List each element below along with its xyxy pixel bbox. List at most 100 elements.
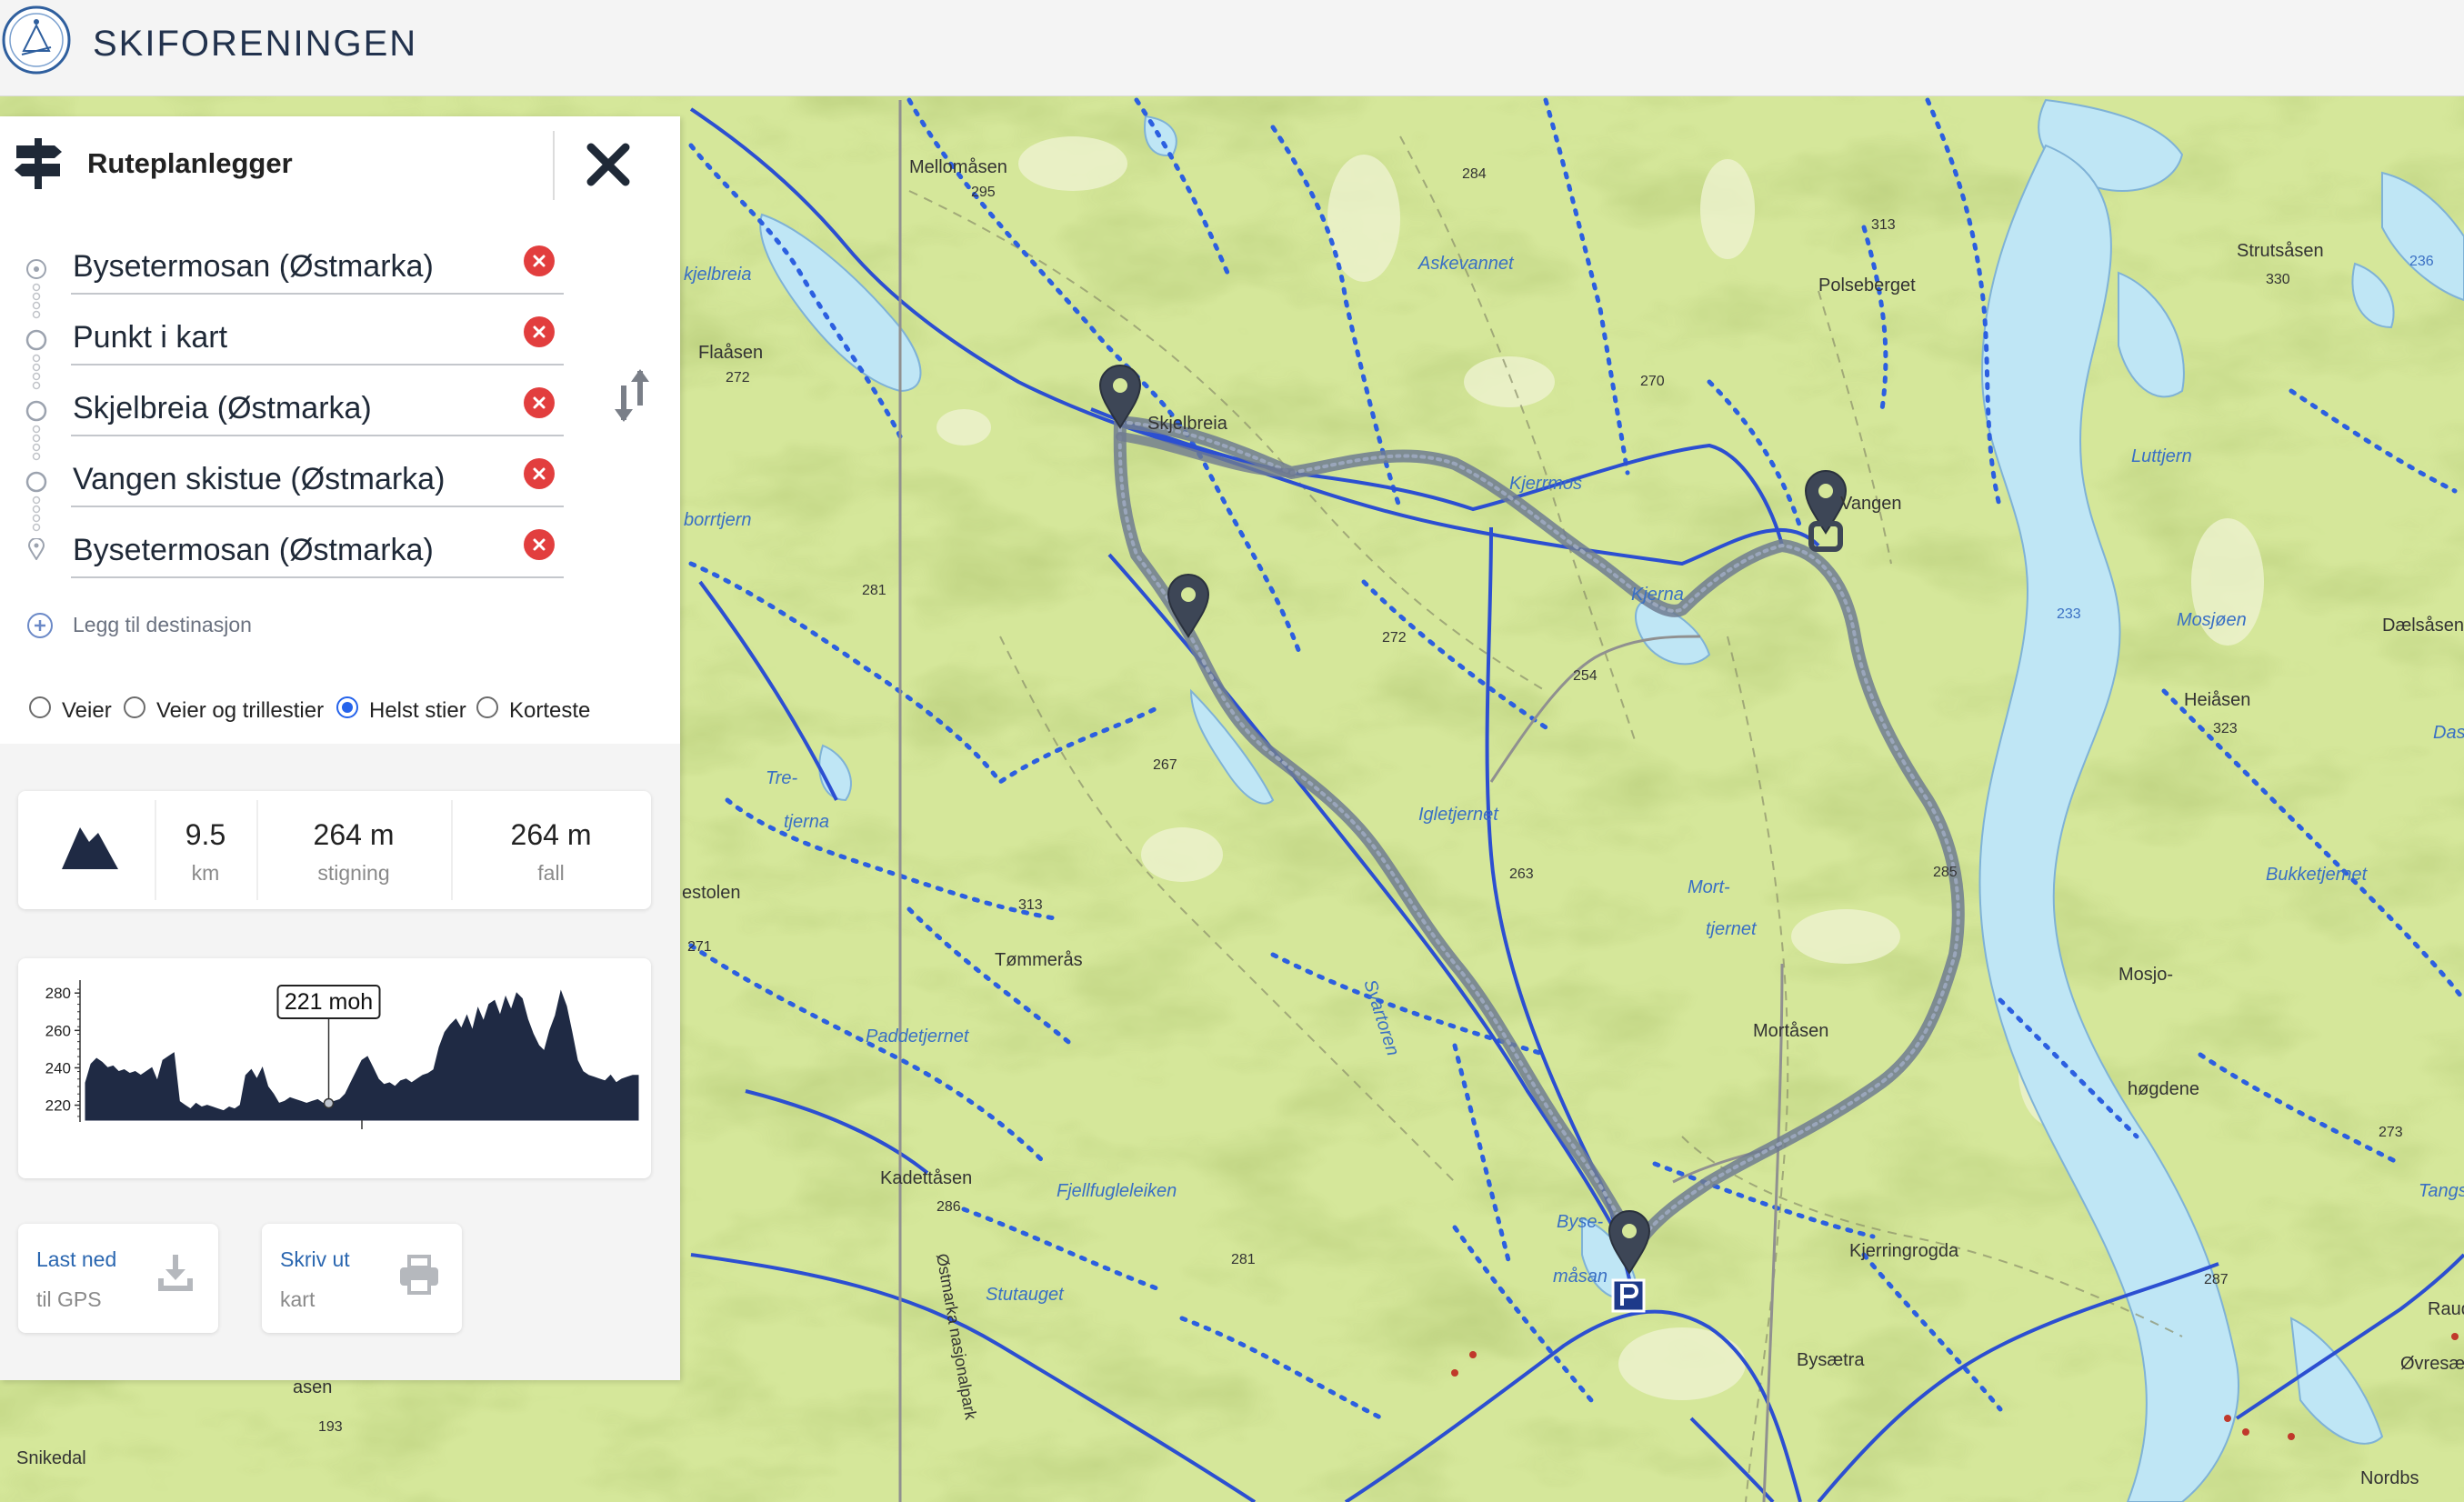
map-label: 272 — [726, 370, 750, 386]
map-label: 263 — [1509, 866, 1534, 882]
radio-button[interactable] — [124, 696, 145, 718]
reverse-route-icon[interactable] — [611, 367, 653, 424]
y-tick-label: 260 — [45, 1022, 71, 1039]
map-label: Skjelbreia — [1147, 414, 1228, 434]
waypoint-input[interactable]: Vangen skistue (Østmarka) — [73, 462, 445, 497]
waypoint-input[interactable]: Punkt i kart — [73, 320, 227, 355]
download-sublabel: til GPS — [36, 1287, 102, 1311]
map-label: Askevannet — [1417, 254, 1515, 274]
stat-descent: 264 m fall — [451, 818, 651, 886]
waypoint-row: Bysetermosan (Østmarka) — [0, 516, 582, 587]
waypoint-row: Vangen skistue (Østmarka) — [0, 446, 582, 516]
close-icon — [533, 255, 546, 267]
map-label: Mort- — [1688, 877, 1730, 897]
map-label: Stutauget — [986, 1285, 1065, 1305]
map-label: Dælsåsen — [2382, 616, 2464, 636]
map-label: tjerna — [784, 812, 829, 832]
map-label: Bukketjernet — [2266, 865, 2369, 885]
descent-label: fall — [537, 861, 565, 885]
radio-button[interactable] — [476, 696, 498, 718]
close-icon — [533, 538, 546, 551]
radio-button-selected[interactable] — [336, 696, 358, 718]
map-label: Das — [2433, 723, 2464, 743]
map-label: Nordbs — [2360, 1468, 2419, 1488]
map-label: Mosjøen — [2177, 610, 2247, 630]
waypoint-row: Punkt i kart — [0, 304, 582, 375]
map-label: høgdene — [2128, 1079, 2199, 1099]
app-header: SKIFORENINGEN — [0, 0, 2464, 96]
download-gps-button[interactable]: Last ned til GPS — [18, 1224, 218, 1333]
waypoint-row: Skjelbreia (Østmarka) — [0, 375, 582, 446]
map-label: 272 — [1382, 630, 1407, 646]
map-label: Fjellfugleleiken — [1057, 1181, 1177, 1201]
map-label: Paddetjernet — [866, 1026, 970, 1046]
signpost-icon — [15, 138, 62, 189]
close-icon — [533, 325, 546, 338]
close-panel-button[interactable] — [582, 138, 635, 191]
close-icon — [533, 467, 546, 480]
descent-value: 264 m — [510, 818, 592, 851]
map-label: Luttjern — [2131, 446, 2192, 466]
map-label: 287 — [2204, 1272, 2229, 1287]
y-tick-label: 280 — [45, 985, 71, 1002]
waypoint-input[interactable]: Bysetermosan (Østmarka) — [73, 533, 434, 568]
waypoint-input[interactable]: Skjelbreia (Østmarka) — [73, 391, 372, 426]
map-label: 295 — [971, 185, 996, 200]
map-label: Tangs — [2419, 1181, 2464, 1201]
remove-waypoint-button[interactable] — [524, 387, 555, 418]
map-label: Snikedal — [16, 1448, 86, 1468]
add-circle-icon — [27, 613, 53, 638]
radio-label: Veier — [62, 698, 112, 723]
parking-icon — [1611, 1278, 1646, 1313]
map-label: 270 — [1640, 374, 1665, 389]
map-label: 271 — [687, 939, 712, 955]
waypoint-underline — [71, 506, 564, 507]
download-icon — [158, 1255, 193, 1291]
print-label: Skriv ut — [280, 1247, 350, 1271]
skiforeningen-logo-icon[interactable] — [2, 4, 71, 76]
map-label: 323 — [2213, 721, 2238, 736]
via-marker-icon — [25, 400, 47, 422]
map-label: borrtjern — [684, 510, 751, 530]
remove-waypoint-button[interactable] — [524, 245, 555, 276]
map-label: 273 — [2379, 1125, 2403, 1140]
stat-ascent: 264 m stigning — [256, 818, 451, 886]
radio-button[interactable] — [29, 696, 51, 718]
map-label: 284 — [1462, 166, 1487, 182]
map-label: kjelbreia — [684, 265, 751, 285]
map-label: 233 — [2057, 606, 2081, 622]
route-planner-panel: Ruteplanlegger Bysetermosan (Østmarka) P… — [0, 116, 680, 1380]
brand-name[interactable]: SKIFORENINGEN — [93, 24, 417, 65]
map-label: Øvresæ — [2400, 1354, 2464, 1374]
map-label: Kjerringrogda — [1849, 1241, 1959, 1261]
map-label: 286 — [937, 1199, 961, 1215]
print-map-button[interactable]: Skriv ut kart — [262, 1224, 462, 1333]
close-icon — [533, 396, 546, 409]
route-stats-card: 9.5 km 264 m stigning 264 m fall — [18, 791, 651, 909]
map-label: Vangen — [1840, 494, 1901, 514]
map-label: Bysætra — [1797, 1350, 1865, 1370]
map-label: 313 — [1018, 897, 1043, 913]
remove-waypoint-button[interactable] — [524, 529, 555, 560]
map-label: 313 — [1871, 217, 1896, 233]
waypoint-underline — [71, 364, 564, 365]
map-label: Polseberget — [1818, 275, 1916, 295]
map-label: 330 — [2266, 272, 2290, 287]
waypoint-underline — [71, 435, 564, 436]
radio-label: Helst stier — [369, 698, 466, 723]
elevation-profile-card[interactable]: 280 260 240 220 221 moh — [18, 958, 651, 1178]
map-label: Mosjo- — [2118, 965, 2173, 985]
remove-waypoint-button[interactable] — [524, 458, 555, 489]
waypoint-underline — [71, 293, 564, 295]
elevation-chart[interactable]: 280 260 240 220 221 moh — [18, 958, 651, 1178]
printer-icon — [400, 1255, 438, 1295]
panel-title: Ruteplanlegger — [87, 147, 293, 179]
route-planner-form: Ruteplanlegger Bysetermosan (Østmarka) P… — [0, 116, 680, 744]
remove-waypoint-button[interactable] — [524, 316, 555, 347]
ascent-label: stigning — [317, 861, 390, 885]
map-label: 254 — [1573, 668, 1598, 684]
print-sublabel: kart — [280, 1287, 316, 1311]
radio-label: Veier og trillestier — [156, 698, 325, 723]
waypoint-input[interactable]: Bysetermosan (Østmarka) — [73, 249, 434, 285]
title-divider — [553, 131, 555, 200]
